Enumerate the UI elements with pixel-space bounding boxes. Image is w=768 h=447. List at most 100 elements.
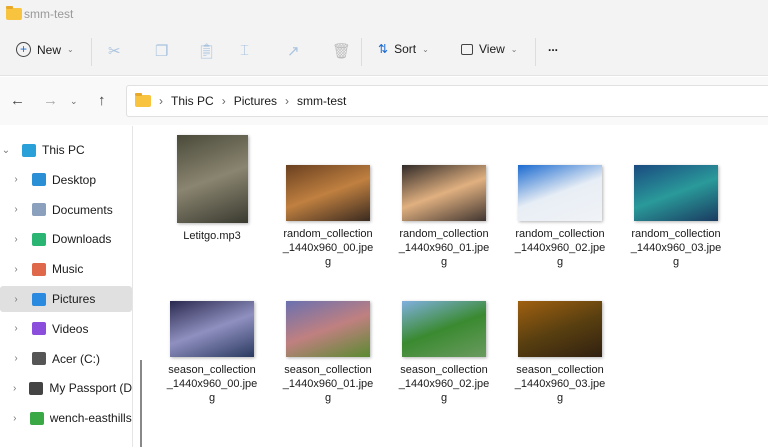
sidebar-item-videos[interactable]: › Videos: [0, 316, 132, 342]
window-title: smm-test: [24, 7, 74, 21]
image-thumbnail: [170, 301, 254, 357]
desktop-icon: [32, 173, 46, 187]
file-item[interactable]: random_collection_1440x960_03.jpeg: [626, 165, 726, 269]
delete-icon[interactable]: 🗑︎: [332, 42, 351, 60]
divider: [361, 38, 362, 66]
file-name: random_collection_1440x960_01.jpeg: [398, 228, 490, 268]
file-item[interactable]: season_collection_1440x960_00.jpeg: [162, 301, 262, 405]
chevron-right-icon[interactable]: ›: [0, 264, 32, 275]
chevron-right-icon[interactable]: ›: [0, 294, 32, 305]
sidebar-item-wench-easthills1[interactable]: › wench-easthills1: [0, 405, 132, 431]
sidebar-item-label: Acer (C:): [52, 351, 100, 366]
chevron-right-icon[interactable]: ›: [0, 204, 32, 215]
acer-c--icon: [32, 352, 46, 366]
sidebar-item-label: Downloads: [52, 232, 112, 247]
videos-icon: [32, 322, 46, 336]
file-item[interactable]: random_collection_1440x960_02.jpeg: [510, 165, 610, 269]
up-arrow-icon[interactable]: ↑: [98, 92, 106, 109]
chevron-right-icon[interactable]: ›: [0, 383, 29, 394]
sidebar-item-label: Desktop: [52, 172, 97, 187]
view-icon: [461, 43, 473, 55]
file-item[interactable]: season_collection_1440x960_02.jpeg: [394, 301, 494, 405]
paste-icon[interactable]: 📋︎: [197, 42, 216, 60]
address-bar[interactable]: › This PC › Pictures › smm-test: [126, 85, 768, 117]
file-name: random_collection_1440x960_00.jpeg: [282, 228, 374, 268]
file-name: random_collection_1440x960_02.jpeg: [514, 228, 606, 268]
sidebar-item-pictures[interactable]: › Pictures: [0, 286, 132, 312]
sidebar-item-this-pc[interactable]: ⌄ This PC: [0, 137, 122, 163]
file-item[interactable]: Letitgo.mp3: [162, 135, 262, 243]
recent-chevron-icon[interactable]: ⌄: [70, 96, 78, 107]
sort-button[interactable]: ⇅ Sort ⌄: [378, 42, 429, 56]
command-bar: + New ⌄ ✂ ❐ 📋︎ ⌶ ↗ 🗑︎ ⇅ Sort ⌄ View ⌄ ...: [0, 28, 768, 76]
new-button[interactable]: + New ⌄: [16, 42, 74, 57]
image-thumbnail: [286, 301, 370, 357]
chevron-right-icon[interactable]: ›: [0, 413, 30, 424]
chevron-down-icon[interactable]: ⌄: [0, 145, 22, 156]
chevron-down-icon: ⌄: [510, 44, 518, 54]
image-thumbnail: [402, 165, 486, 221]
music-icon: [32, 262, 46, 276]
chevron-right-icon[interactable]: ›: [0, 234, 32, 245]
image-thumbnail: [518, 301, 602, 357]
view-label: View: [479, 42, 505, 56]
file-name: season_collection_1440x960_00.jpeg: [166, 364, 258, 404]
divider: [535, 38, 536, 66]
sidebar-item-desktop[interactable]: › Desktop: [0, 167, 132, 193]
sidebar-item-label: Documents: [52, 202, 113, 217]
sidebar-item-label: wench-easthills1: [49, 411, 132, 426]
sidebar-scrollbar[interactable]: [140, 360, 142, 447]
divider: [91, 38, 92, 66]
image-thumbnail: [634, 165, 718, 221]
this-pc-icon: [22, 143, 36, 157]
file-item[interactable]: random_collection_1440x960_01.jpeg: [394, 165, 494, 269]
pictures-icon: [32, 292, 46, 306]
documents-icon: [32, 203, 46, 217]
chevron-right-icon[interactable]: ›: [0, 323, 32, 334]
sidebar-item-label: Videos: [52, 321, 89, 336]
image-thumbnail: [402, 301, 486, 357]
sidebar-item-acer-c[interactable]: › Acer (C:): [0, 346, 132, 372]
folder-icon: [135, 93, 151, 107]
sidebar-item-label: Pictures: [52, 292, 96, 306]
wench-easthills--icon: [29, 411, 44, 425]
file-item[interactable]: season_collection_1440x960_01.jpeg: [278, 301, 378, 405]
navigation-pane: ⌄ This PC › Desktop › Documents › Downloads › Mus…: [0, 126, 133, 447]
folder-icon: [6, 6, 22, 20]
chevron-down-icon: ⌄: [422, 44, 429, 54]
downloads-icon: [32, 232, 46, 246]
new-label: New: [37, 42, 62, 57]
view-button[interactable]: View ⌄: [461, 42, 518, 56]
image-thumbnail: [286, 165, 370, 221]
breadcrumb-pictures[interactable]: Pictures: [234, 94, 277, 108]
breadcrumb-this-pc[interactable]: This PC: [171, 94, 214, 108]
sidebar-item-music[interactable]: › Music: [0, 256, 132, 282]
breadcrumb-smm-test[interactable]: smm-test: [297, 94, 346, 108]
rename-icon[interactable]: ⌶: [240, 42, 249, 59]
sidebar-item-label: My Passport (D:): [49, 381, 132, 396]
file-item[interactable]: random_collection_1440x960_00.jpeg: [278, 165, 378, 269]
back-arrow-icon[interactable]: ←: [10, 92, 25, 109]
my-passport-d--icon: [29, 381, 44, 395]
title-bar: smm-test: [0, 0, 768, 28]
copy-icon[interactable]: ❐: [155, 42, 168, 60]
file-name: random_collection_1440x960_03.jpeg: [630, 228, 722, 268]
sidebar-item-documents[interactable]: › Documents: [0, 197, 132, 223]
sidebar-item-label: Music: [52, 262, 84, 277]
file-name: season_collection_1440x960_02.jpeg: [398, 364, 490, 404]
file-item[interactable]: season_collection_1440x960_03.jpeg: [510, 301, 610, 405]
chevron-right-icon[interactable]: ›: [0, 174, 32, 185]
share-icon[interactable]: ↗: [287, 42, 300, 60]
plus-circle-icon: +: [16, 42, 31, 57]
forward-arrow-icon[interactable]: →: [43, 92, 58, 109]
more-options-button[interactable]: ...: [548, 40, 558, 54]
sidebar-item-downloads[interactable]: › Downloads: [0, 226, 132, 252]
cut-icon[interactable]: ✂: [108, 42, 121, 60]
sort-icon: ⇅: [378, 42, 389, 56]
file-name: season_collection_1440x960_01.jpeg: [282, 364, 374, 404]
chevron-right-icon[interactable]: ›: [0, 353, 32, 364]
sidebar-item-my-passport-d[interactable]: › My Passport (D:): [0, 375, 132, 401]
chevron-right-icon: ›: [159, 94, 163, 108]
chevron-right-icon: ›: [285, 94, 290, 108]
file-name: season_collection_1440x960_03.jpeg: [514, 364, 606, 404]
